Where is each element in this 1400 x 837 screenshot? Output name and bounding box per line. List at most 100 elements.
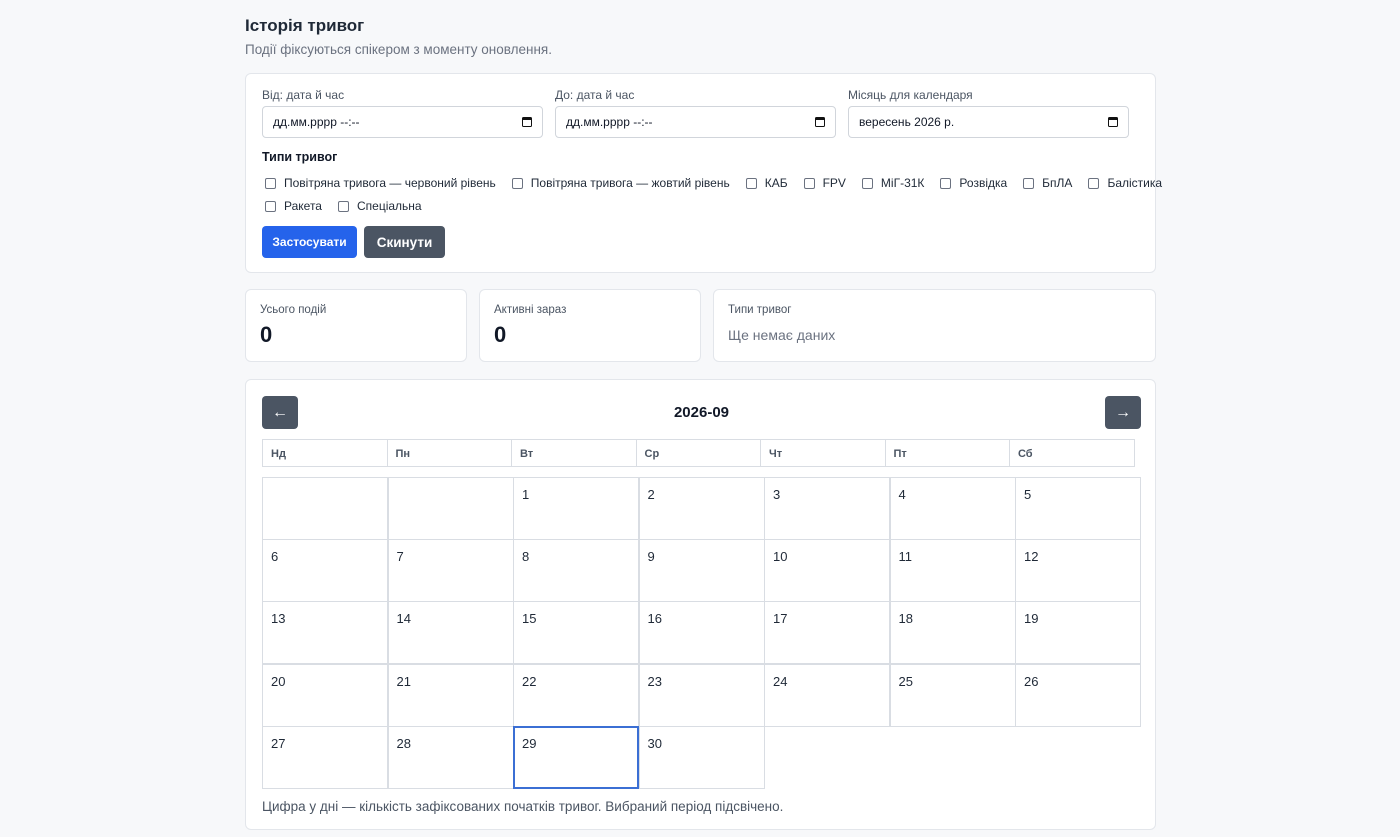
to-datetime-input[interactable]: дд.мм.рррр --:--	[555, 106, 836, 138]
weekday-header-cell: Пт	[884, 439, 1010, 467]
calendar-day[interactable]: 14	[387, 601, 514, 665]
calendar-day[interactable]: 21	[387, 663, 514, 727]
calendar-day[interactable]: 9	[638, 539, 765, 603]
calendar-day[interactable]: 3	[764, 477, 890, 540]
calendar-day[interactable]: 11	[889, 539, 1016, 603]
calendar-day[interactable]: 24	[764, 663, 890, 727]
calendar-day[interactable]: 4	[889, 477, 1016, 540]
from-datetime-value: дд.мм.рррр --:--	[273, 115, 360, 129]
alert-type-option[interactable]: Повітряна тривога — жовтий рівень	[511, 176, 730, 190]
alert-type-label: FPV	[822, 176, 846, 190]
active-now-card: Активні зараз 0	[479, 289, 701, 362]
calendar-day[interactable]: 7	[387, 539, 514, 603]
alert-types-stat-label: Типи тривог	[728, 304, 792, 316]
calendar-empty-cell	[262, 477, 388, 540]
calendar-day[interactable]: 15	[513, 601, 639, 665]
alert-type-checkbox[interactable]	[940, 177, 952, 189]
alert-types-row-2: Ракета Спеціальна	[265, 199, 438, 213]
month-value: вересень 2026 р.	[859, 115, 955, 129]
calendar-empty-cell	[387, 477, 514, 540]
filters-card: Від: дата й час дд.мм.рррр --:-- До: дат…	[245, 73, 1162, 273]
weekday-header-cell: Вт	[511, 439, 637, 467]
calendar-icon[interactable]	[522, 117, 532, 127]
alert-type-option[interactable]: БпЛА	[1023, 176, 1072, 190]
page-title: Історія тривог	[245, 16, 365, 35]
alert-type-label: Повітряна тривога — жовтий рівень	[530, 176, 730, 190]
alert-type-option[interactable]: Балістика	[1088, 176, 1162, 190]
alert-type-option[interactable]: Ракета	[265, 199, 322, 213]
alert-type-label: Балістика	[1107, 176, 1163, 190]
calendar-day[interactable]: 6	[262, 539, 388, 603]
calendar-day[interactable]: 26	[1015, 663, 1141, 727]
total-events-label: Усього подій	[260, 304, 327, 316]
calendar-day[interactable]: 25	[889, 663, 1016, 727]
alert-type-label: БпЛА	[1042, 176, 1073, 190]
calendar-day[interactable]: 17	[764, 601, 890, 665]
month-input[interactable]: вересень 2026 р.	[848, 106, 1129, 138]
alert-type-checkbox[interactable]	[1088, 177, 1100, 189]
alert-type-checkbox[interactable]	[745, 177, 757, 189]
total-events-value: 0	[260, 322, 273, 347]
calendar-icon[interactable]	[815, 117, 825, 127]
alert-type-option[interactable]: FPV	[803, 176, 846, 190]
alert-type-checkbox[interactable]	[265, 200, 276, 212]
weekday-header-cell: Чт	[760, 439, 886, 467]
calendar-day[interactable]: 10	[764, 539, 890, 603]
alert-type-label: КАБ	[764, 176, 788, 190]
alert-type-checkbox[interactable]	[1023, 177, 1035, 189]
calendar-day[interactable]: 12	[1015, 539, 1141, 603]
calendar-day[interactable]: 19	[1015, 601, 1141, 665]
calendar-card: 2026-09 ← → Нд Пн Вт Ср Чт Пт Сб 1 2 3 4 5 6 7 8 9 10 11…	[245, 379, 1156, 830]
alert-type-label: Повітряна тривога — червоний рівень	[284, 176, 496, 190]
alert-type-label: Ракета	[284, 199, 322, 213]
alert-type-checkbox[interactable]	[265, 177, 276, 189]
weekday-header-cell: Пн	[386, 439, 512, 467]
alert-type-option[interactable]: КАБ	[745, 176, 788, 190]
weekday-header: Нд Пн Вт Ср Чт Пт Сб	[262, 439, 1135, 467]
alert-type-option[interactable]: МіГ-31К	[861, 176, 925, 190]
calendar-day[interactable]: 18	[889, 601, 1016, 665]
calendar-day[interactable]: 13	[262, 601, 388, 665]
alert-type-checkbox[interactable]	[803, 177, 815, 189]
calendar-day[interactable]: 22	[513, 663, 639, 727]
calendar-day[interactable]: 28	[387, 725, 514, 789]
calendar-day[interactable]: 27	[262, 725, 388, 789]
reset-button[interactable]: Скинути	[364, 226, 445, 258]
active-now-value: 0	[494, 322, 507, 347]
calendar-day[interactable]: 1	[513, 477, 639, 540]
next-month-button[interactable]: →	[1105, 396, 1141, 429]
alert-types-stat-card: Типи тривог Ще немає даних	[713, 289, 1156, 362]
total-events-card: Усього подій 0	[245, 289, 467, 362]
alert-types-empty-text: Ще немає даних	[728, 327, 836, 343]
apply-button[interactable]: Застосувати	[262, 226, 357, 258]
alert-type-checkbox[interactable]	[861, 177, 873, 189]
alert-type-option[interactable]: Повітряна тривога — червоний рівень	[265, 176, 496, 190]
calendar-day[interactable]: 5	[1015, 477, 1141, 540]
to-label: До: дата й час	[555, 88, 635, 102]
alert-type-option[interactable]: Спеціальна	[337, 199, 422, 213]
alert-type-label: Розвідка	[959, 176, 1008, 190]
alert-type-label: Спеціальна	[356, 199, 422, 213]
calendar-day[interactable]: 23	[638, 663, 765, 727]
weekday-header-cell: Ср	[635, 439, 761, 467]
alert-type-label: МіГ-31К	[880, 176, 925, 190]
calendar-day[interactable]: 30	[638, 725, 765, 789]
prev-month-button[interactable]: ←	[262, 396, 298, 429]
calendar-day[interactable]: 2	[638, 477, 765, 540]
from-label: Від: дата й час	[262, 88, 345, 102]
alert-type-checkbox[interactable]	[337, 200, 349, 212]
calendar-day-selected[interactable]: 29	[513, 725, 639, 789]
from-datetime-input[interactable]: дд.мм.рррр --:--	[262, 106, 543, 138]
alert-type-option[interactable]: Розвідка	[940, 176, 1007, 190]
weekday-header-cell: Нд	[262, 439, 388, 467]
alert-types-row-1: Повітряна тривога — червоний рівень Повіт…	[265, 176, 1178, 190]
alert-type-checkbox[interactable]	[511, 177, 523, 189]
to-datetime-value: дд.мм.рррр --:--	[566, 115, 653, 129]
calendar-icon[interactable]	[1108, 117, 1118, 127]
active-now-label: Активні зараз	[494, 304, 567, 316]
calendar-day[interactable]: 16	[638, 601, 765, 665]
calendar-day[interactable]: 20	[262, 663, 388, 727]
calendar-note: Цифра у дні — кількість зафіксованих поч…	[262, 799, 784, 814]
calendar-day[interactable]: 8	[513, 539, 639, 603]
weekday-header-cell: Сб	[1009, 439, 1135, 467]
